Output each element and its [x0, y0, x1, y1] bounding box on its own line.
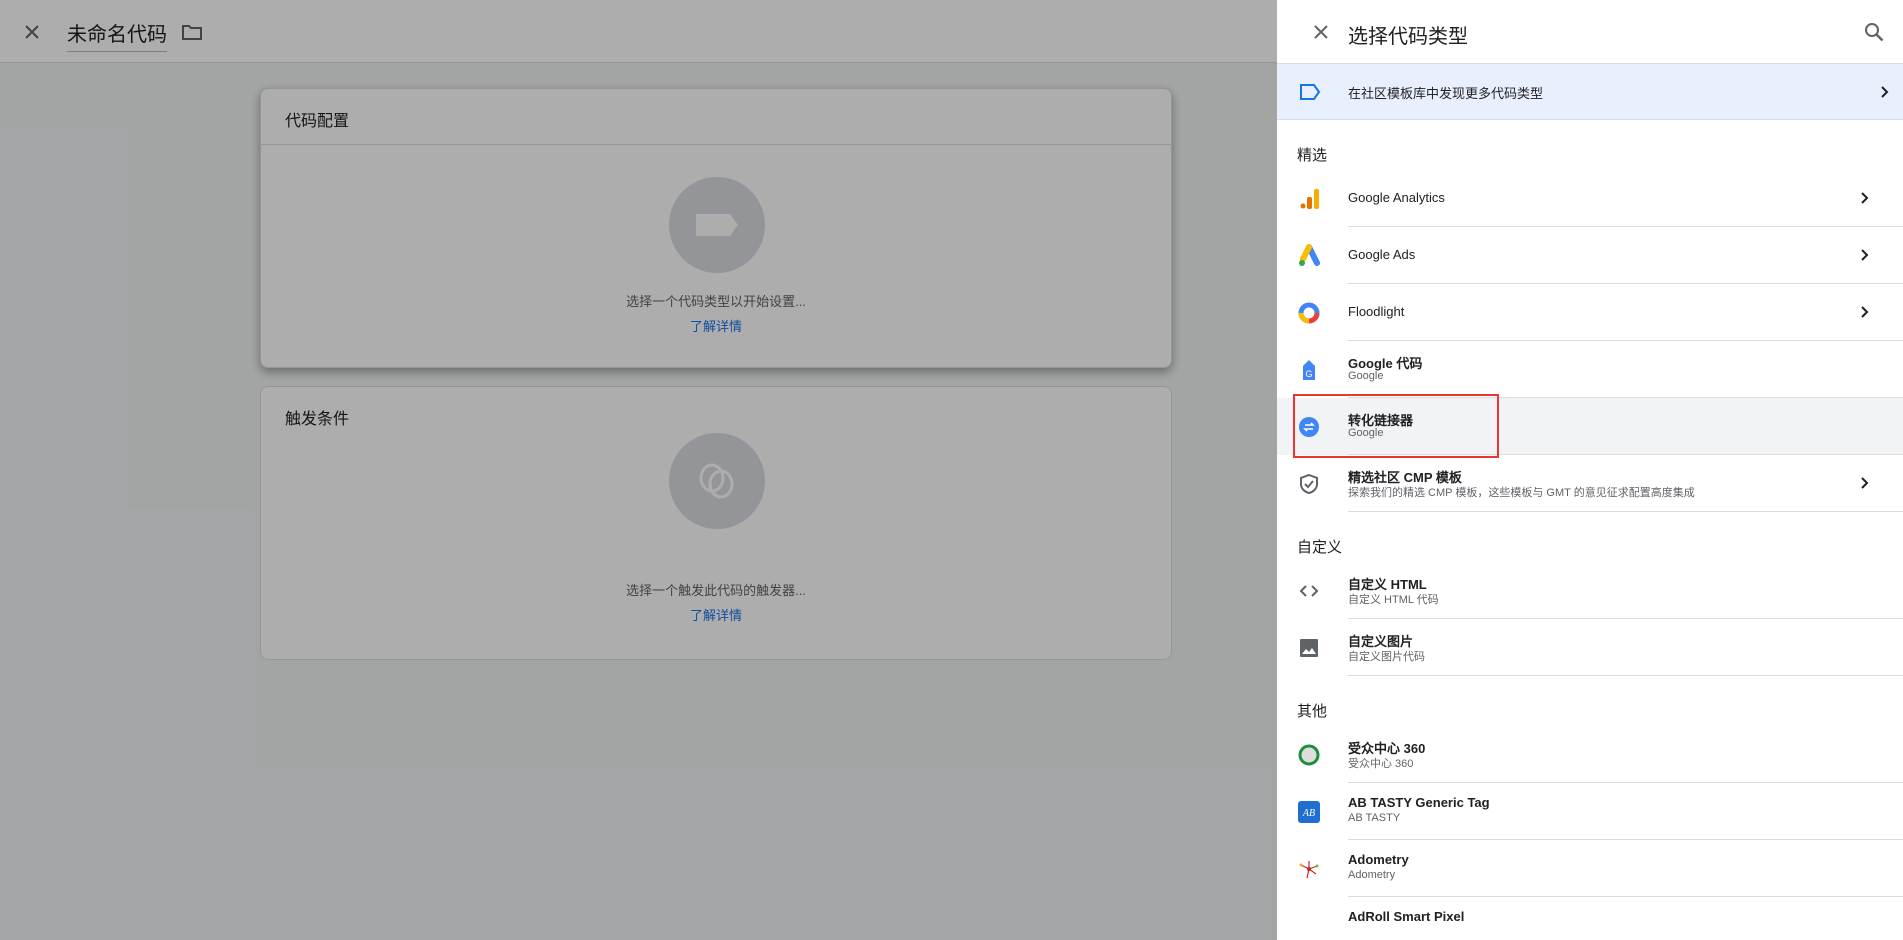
chevron-right-icon: [1881, 86, 1889, 98]
svg-text:G: G: [1305, 369, 1312, 379]
chevron-right-icon: [1861, 306, 1869, 318]
tag-type-label: Floodlight: [1348, 304, 1405, 319]
tag-type-vendor: Adometry: [1348, 869, 1396, 881]
community-gallery-banner[interactable]: 在社区模板库中发现更多代码类型: [1277, 64, 1903, 120]
tag-type-custom-image[interactable]: 自定义图片 自定义图片代码: [1277, 619, 1903, 676]
section-custom: 自定义: [1297, 539, 1343, 556]
tag-type-custom-html[interactable]: 自定义 HTML 自定义 HTML 代码: [1277, 562, 1903, 619]
chevron-right-icon: [1861, 192, 1869, 204]
chevron-right-icon: [1861, 249, 1869, 261]
tag-type-label: Google Ads: [1348, 247, 1416, 262]
svg-text:AB: AB: [1302, 808, 1315, 819]
tag-type-description: 自定义图片代码: [1348, 651, 1425, 663]
ab-tasty-icon: AB: [1298, 800, 1320, 823]
panel-title: 选择代码类型: [1348, 26, 1468, 48]
tag-type-google-tag[interactable]: G Google 代码 Google: [1277, 341, 1903, 398]
tag-type-audience-center-360[interactable]: 受众中心 360 受众中心 360: [1277, 726, 1903, 783]
tag-type-vendor: 受众中心 360: [1348, 758, 1414, 770]
google-analytics-icon: [1300, 188, 1319, 209]
tag-type-adroll-smart-pixel[interactable]: AdRoll Smart Pixel: [1277, 897, 1903, 937]
conversion-linker-icon: [1299, 416, 1319, 437]
modal-scrim[interactable]: [0, 0, 1277, 940]
tag-type-conversion-linker[interactable]: 转化链接器 Google: [1277, 398, 1903, 455]
search-icon[interactable]: [1862, 20, 1886, 44]
tag-type-vendor: AB TASTY: [1348, 812, 1401, 824]
image-icon: [1300, 638, 1318, 657]
tag-type-google-ads[interactable]: Google Ads: [1277, 227, 1903, 284]
tag-type-label: Adometry: [1348, 852, 1409, 867]
tag-outline-icon: [1300, 84, 1321, 100]
section-featured: 精选: [1297, 147, 1328, 164]
chevron-right-icon: [1861, 477, 1869, 489]
tag-type-ab-tasty[interactable]: AB AB TASTY Generic Tag AB TASTY: [1277, 783, 1903, 840]
floodlight-icon: [1298, 302, 1320, 323]
close-icon[interactable]: [1309, 20, 1333, 44]
google-ads-icon: [1299, 243, 1320, 266]
shield-check-icon: [1300, 473, 1318, 494]
tag-type-google-analytics[interactable]: Google Analytics: [1277, 170, 1903, 227]
tag-type-description: 探索我们的精选 CMP 模板，这些模板与 GMT 的意见征求配置高度集成: [1348, 487, 1695, 499]
tag-type-adometry[interactable]: Adometry Adometry: [1277, 840, 1903, 897]
adometry-icon: [1299, 860, 1319, 878]
tag-type-vendor: Google: [1348, 370, 1384, 382]
section-other: 其他: [1297, 703, 1328, 720]
panel-header: 选择代码类型: [1277, 0, 1903, 64]
tag-type-label: AB TASTY Generic Tag: [1348, 795, 1490, 810]
audience-center-icon: [1298, 744, 1320, 765]
code-icon: [1299, 584, 1319, 597]
tag-type-vendor: Google: [1348, 427, 1384, 439]
tag-type-description: 自定义 HTML 代码: [1348, 594, 1439, 606]
tag-type-label: Google Analytics: [1348, 190, 1445, 205]
choose-tag-type-panel: 选择代码类型 在社区模板库中发现更多代码类型 精选 Google Analyti…: [1277, 0, 1903, 940]
tag-type-featured-cmp-templates[interactable]: 精选社区 CMP 模板 探索我们的精选 CMP 模板，这些模板与 GMT 的意见…: [1277, 455, 1903, 512]
tag-type-floodlight[interactable]: Floodlight: [1277, 284, 1903, 341]
banner-text: 在社区模板库中发现更多代码类型: [1348, 86, 1544, 101]
tag-type-label: AdRoll Smart Pixel: [1348, 909, 1465, 924]
google-tag-icon: G: [1303, 359, 1315, 380]
